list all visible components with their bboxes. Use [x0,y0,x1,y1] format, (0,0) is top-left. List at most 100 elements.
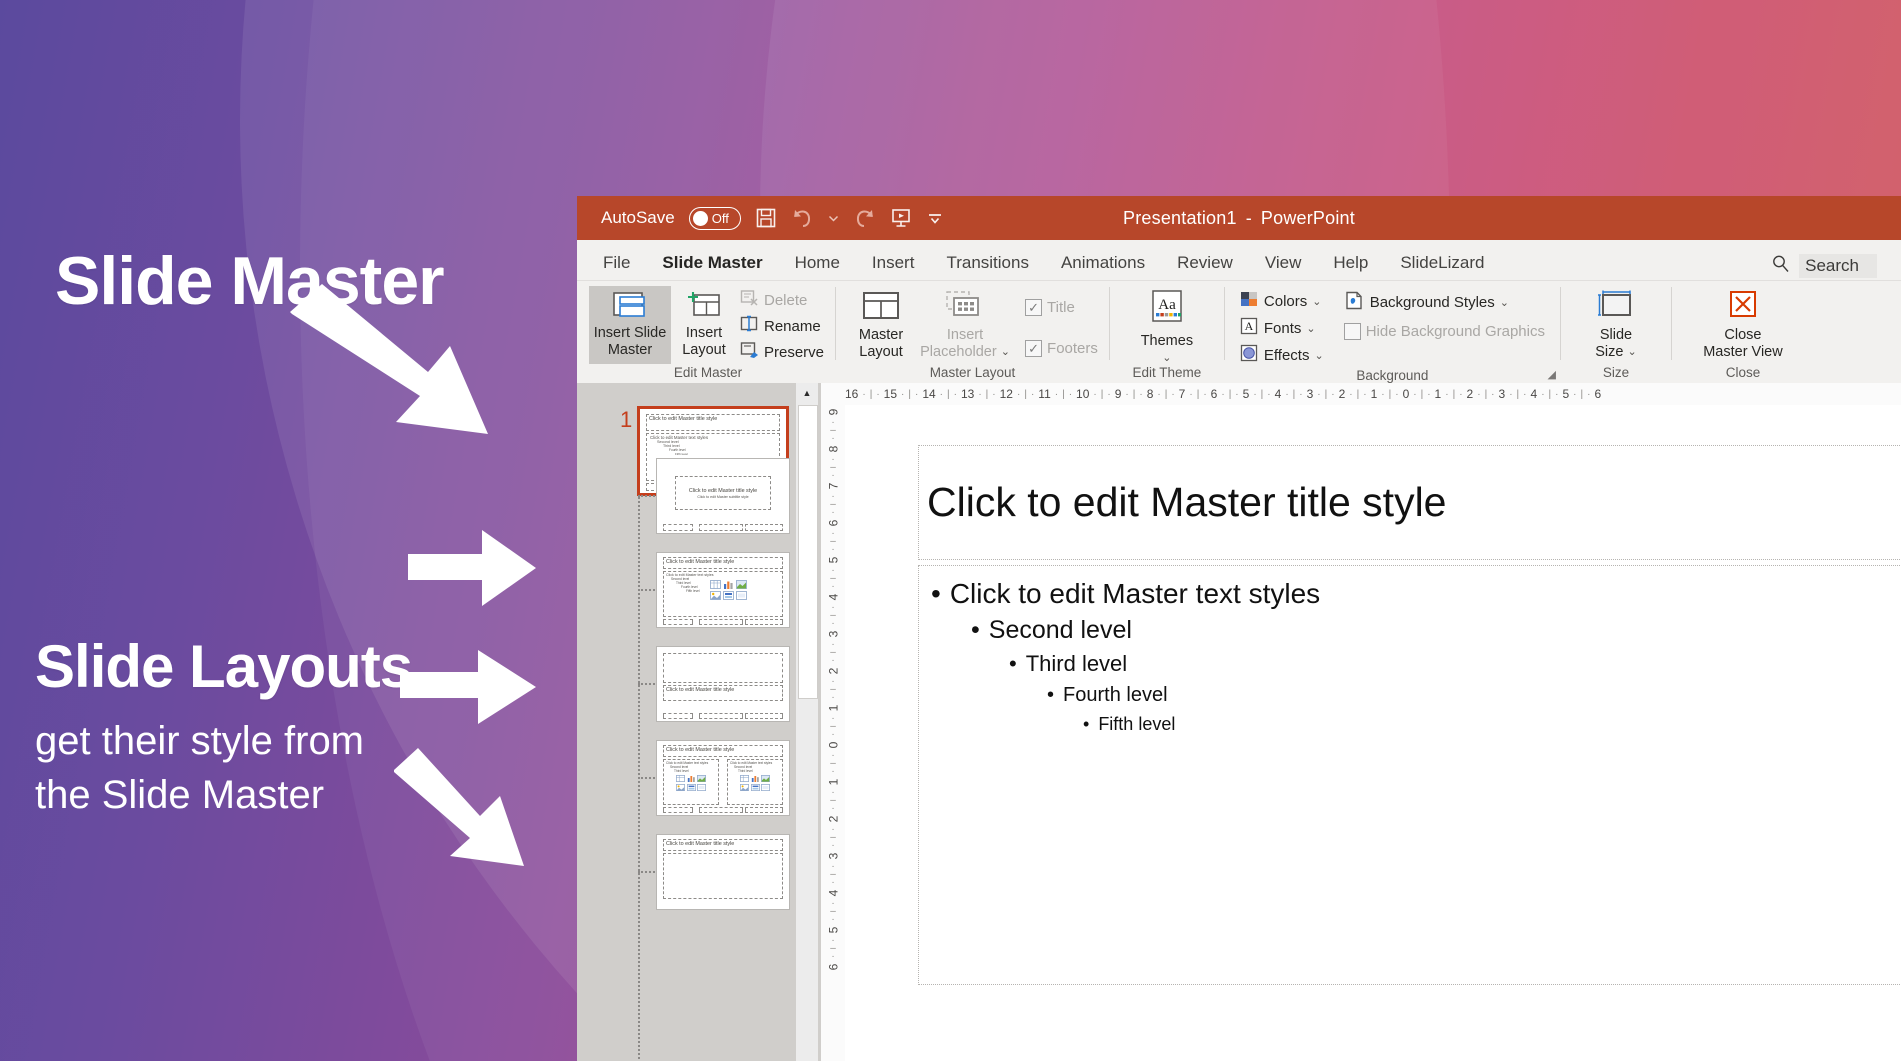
footers-checkbox-row[interactable]: ✓ Footers [1022,336,1101,360]
ruler-tick-5: 5 [1562,387,1569,401]
hide-background-graphics-row[interactable]: Hide Background Graphics [1341,319,1548,343]
delete-layout-icon [740,289,759,311]
content-icon-group-5 [740,775,780,782]
ruler-tick-v-6: 6 [826,964,840,971]
title-checkbox[interactable]: ✓ [1025,299,1042,316]
theme-colors-button[interactable]: Colors ⌄ [1237,289,1327,313]
slide-layout-thumbnail-5[interactable]: Click to edit Master title style [656,834,790,910]
ruler-tick-v-9: 9 [826,409,840,416]
tab-insert[interactable]: Insert [856,246,931,280]
thumbnail-scrollbar[interactable]: ▲ [796,383,818,1061]
title-checkbox-row[interactable]: ✓ Title [1022,295,1101,319]
slide-thumbnail-pane[interactable]: 1 Click to edit Master title style Click… [577,383,821,1061]
slide-size-button[interactable]: Slide Size ⌄ [1575,286,1657,364]
tab-view[interactable]: View [1249,246,1318,280]
footers-checkbox-label: Footers [1047,340,1098,357]
ruler-tick-8: 8 [1147,387,1154,401]
tab-slidelizard[interactable]: SlideLizard [1384,246,1500,280]
scrollbar-thumb[interactable] [798,405,818,699]
ruler-minor-tick: · [1445,389,1448,400]
tab-help[interactable]: Help [1317,246,1384,280]
ruler-tick-v-3: 3 [826,853,840,860]
ruler-minor-tick: · [1055,389,1058,400]
tab-animations[interactable]: Animations [1045,246,1161,280]
slide-layouts-sub-line1: get their style from [35,714,364,768]
ruler-minor-tick: · [876,389,879,400]
insert-placeholder-button[interactable]: Insert Placeholder ⌄ [918,286,1012,364]
search-area[interactable]: Search [1771,254,1877,278]
ruler-half-tick: | [1485,389,1488,400]
ruler-minor-tick: · [915,389,918,400]
hide-background-graphics-checkbox[interactable] [1344,323,1361,340]
ruler-tick-16: 16 [845,387,858,401]
bullet-icon-1: • [931,578,941,610]
layout-tick-3 [638,683,658,685]
insert-slide-master-icon [612,290,648,325]
theme-effects-button[interactable]: Effects ⌄ [1237,343,1327,367]
document-title: Presentation1 - PowerPoint [577,196,1901,240]
scroll-up-arrow-icon[interactable]: ▲ [796,383,818,403]
horizontal-ruler-ticks: 16·|·15·|·14·|·13·|·12·|·11·|·10·|·9·|·8… [845,383,1601,405]
master-body-level-2[interactable]: • Second level [971,616,1901,645]
master-body-level-3[interactable]: • Third level [1009,651,1901,677]
footers-checkbox[interactable]: ✓ [1025,340,1042,357]
slide-layout-thumbnail-4[interactable]: Click to edit Master title style Click t… [656,740,790,816]
master-body-placeholder[interactable]: • Click to edit Master text styles • Sec… [918,565,1901,985]
ruler-tick-12: 12 [1000,387,1013,401]
ruler-half-tick: | [1357,389,1360,400]
ribbon-group-master-layout: Master Layout Insert Placeholder ⌄ ✓ [836,281,1109,384]
master-title-placeholder[interactable]: Click to edit Master title style [918,445,1901,560]
tab-home[interactable]: Home [779,246,856,280]
tab-slide-master[interactable]: Slide Master [646,246,778,280]
ruler-tick-2: 2 [1467,387,1474,401]
ruler-minor-tick-v: · [831,620,834,627]
ribbon-group-label-edit-master: Edit Master [674,364,742,384]
master-layout-button[interactable]: Master Layout [844,286,918,364]
ruler-minor-tick: · [940,389,943,400]
ribbon-group-label-edit-theme: Edit Theme [1132,364,1201,384]
ruler-half-tick: | [1421,389,1424,400]
tab-review[interactable]: Review [1161,246,1249,280]
ruler-minor-tick: · [1413,389,1416,400]
background-styles-button[interactable]: Background Styles ⌄ [1341,290,1548,314]
ruler-half-tick: | [1293,389,1296,400]
ruler-minor-tick-v: · [831,694,834,701]
content-icon-group-6 [740,784,780,791]
chevron-down-icon-fonts: ⌄ [1306,322,1315,335]
ruler-minor-tick-v: · [831,435,834,442]
preserve-master-button[interactable]: Preserve [737,340,827,364]
tab-transitions[interactable]: Transitions [930,246,1045,280]
delete-layout-button[interactable]: Delete [737,288,827,312]
search-input[interactable]: Search [1799,254,1877,278]
layout-tick-1 [638,495,658,497]
work-area: 1 Click to edit Master title style Click… [577,383,1901,1061]
ruler-minor-tick: · [1395,389,1398,400]
ruler-tick-3: 3 [1499,387,1506,401]
slide-size-label-1: Slide [1600,327,1632,344]
master-body-level-5[interactable]: • Fifth level [1083,714,1901,735]
close-master-view-button[interactable]: Close Master View [1686,286,1800,364]
content-icon-group-2 [710,591,747,600]
rename-layout-button[interactable]: Rename [737,314,827,338]
ruler-half-tick: | [1197,389,1200,400]
slide-layout-thumbnail-3[interactable]: Click to edit Master title style [656,646,790,722]
insert-slide-master-label-2: Master [608,342,652,359]
ruler-minor-tick-v: · [831,472,834,479]
insert-layout-button[interactable]: Insert Layout [671,286,737,364]
themes-button[interactable]: Aa Themes ⌄ [1126,286,1208,364]
theme-fonts-button[interactable]: A Fonts ⌄ [1237,316,1327,340]
tab-file[interactable]: File [587,246,646,280]
ribbon-group-label-size: Size [1603,364,1629,384]
master-body-level-2-text: Second level [989,616,1132,645]
ruler-minor-tick-v: · [831,768,834,775]
slide-layout-thumbnail-2[interactable]: Click to edit Master title style Click t… [656,552,790,628]
arrow-down-right-icon-2 [388,748,528,866]
insert-slide-master-button[interactable]: Insert Slide Master [589,286,671,364]
master-body-level-4[interactable]: • Fourth level [1047,684,1901,707]
bullet-icon-3: • [1009,651,1017,677]
slide-surface[interactable]: Click to edit Master title style • Click… [910,440,1901,1061]
background-dialog-launcher-icon[interactable]: ◢ [1548,368,1556,381]
master-body-level-1[interactable]: • Click to edit Master text styles [931,578,1901,610]
slide-layout-thumbnail-1[interactable]: Click to edit Master title style Click t… [656,458,790,534]
slide-canvas[interactable]: Click to edit Master title style • Click… [845,405,1901,1061]
